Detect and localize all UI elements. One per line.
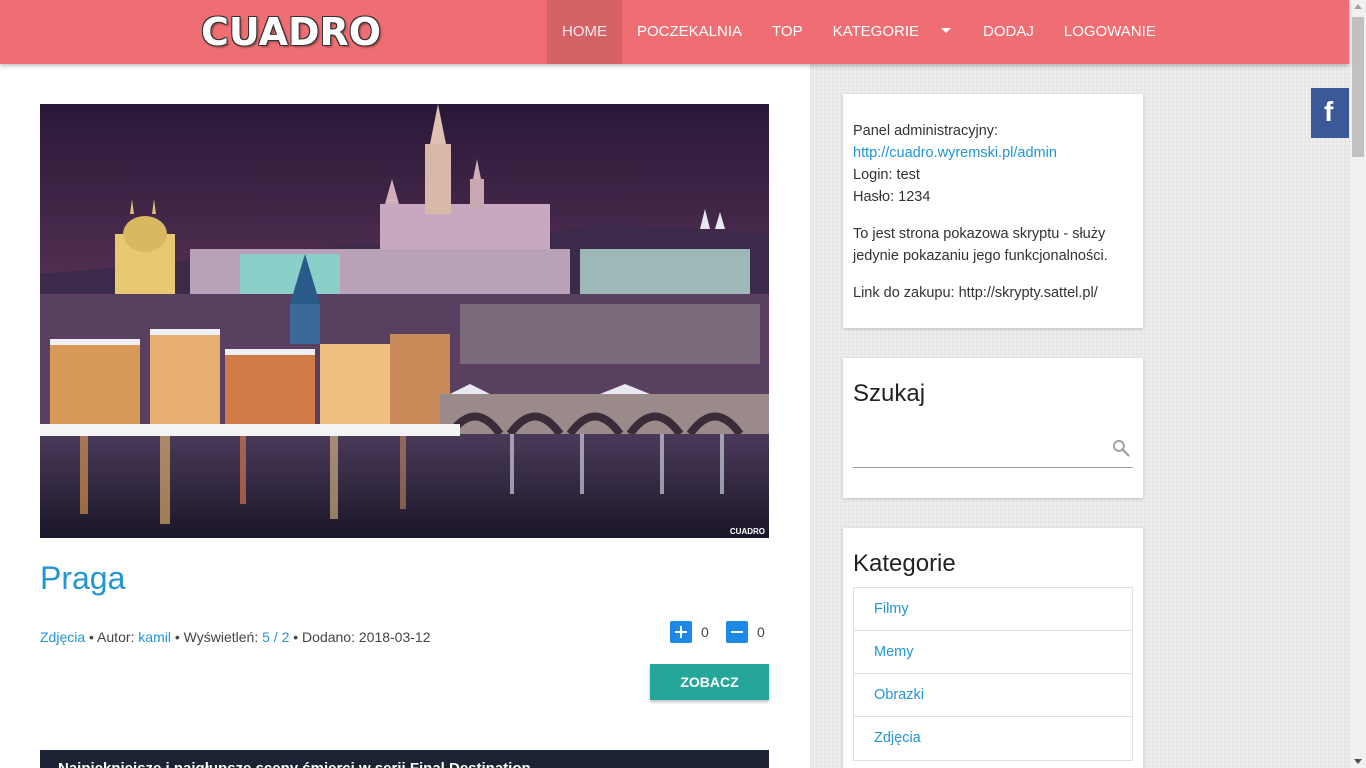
post-date: 2018-03-12 <box>358 629 431 645</box>
facebook-button[interactable]: f <box>1311 88 1349 138</box>
image-watermark: CUADRO <box>729 527 765 536</box>
views-prefix: • Wyświetleń: <box>174 629 259 645</box>
minus-icon <box>731 631 743 633</box>
nav-poczekalnia[interactable]: POCZEKALNIA <box>622 0 757 64</box>
category-list: Filmy Memy Obrazki Zdjęcia <box>853 587 1133 761</box>
downvote-count: 0 <box>757 624 765 640</box>
top-navbar: CUADRO HOME POCZEKALNIA TOP KATEGORIE DO… <box>0 0 1349 64</box>
search-icon[interactable] <box>1111 438 1131 458</box>
category-item-memy[interactable]: Memy <box>854 631 1132 674</box>
post-title[interactable]: Praga <box>40 560 125 597</box>
post-views[interactable]: 5 / 2 <box>262 629 289 645</box>
scroll-down-arrow-icon[interactable] <box>1354 759 1362 764</box>
login-text: Login: test <box>853 167 920 183</box>
nav-dodaj[interactable]: DODAJ <box>968 0 1049 64</box>
category-item-filmy[interactable]: Filmy <box>854 588 1132 631</box>
category-item-obrazki[interactable]: Obrazki <box>854 674 1132 717</box>
nav-logowanie[interactable]: LOGOWANIE <box>1049 0 1171 64</box>
facebook-icon: f <box>1324 96 1334 127</box>
category-item-zdjecia[interactable]: Zdjęcia <box>854 717 1132 760</box>
categories-card: Kategorie Filmy Memy Obrazki Zdjęcia <box>843 528 1143 768</box>
site-logo[interactable]: CUADRO <box>201 10 381 54</box>
next-post-preview[interactable]: Najpiękniejsze i najgłupsze sceny śmierc… <box>40 750 769 768</box>
prague-night-photo <box>40 104 769 538</box>
nav-top[interactable]: TOP <box>757 0 818 64</box>
nav-kategorie[interactable]: KATEGORIE <box>818 0 966 64</box>
main-nav: HOME POCZEKALNIA TOP KATEGORIE DODAJ LOG… <box>547 0 1171 64</box>
page-scrollbar[interactable] <box>1349 0 1366 768</box>
categories-heading: Kategorie <box>853 550 956 577</box>
added-prefix: • Dodano: <box>293 629 355 645</box>
panel-label: Panel administracyjny: <box>853 123 999 139</box>
info-card: Panel administracyjny: http://cuadro.wyr… <box>843 94 1143 328</box>
upvote-count: 0 <box>701 624 709 640</box>
downvote-group: 0 <box>726 621 765 643</box>
post-category-link[interactable]: Zdjęcia <box>40 629 85 645</box>
downvote-button[interactable] <box>726 621 748 643</box>
search-heading: Szukaj <box>853 380 926 407</box>
upvote-group: 0 <box>670 621 709 643</box>
password-text: Hasło: 1234 <box>853 189 931 205</box>
buy-link-text: Link do zakupu: http://skrypty.sattel.pl… <box>853 285 1098 301</box>
plus-icon-vertical <box>680 626 682 638</box>
author-prefix: • Autor: <box>89 629 135 645</box>
post-meta: Zdjęcia • Autor: kamil • Wyświetleń: 5 /… <box>40 629 431 645</box>
nav-kategorie-label: KATEGORIE <box>832 23 920 40</box>
search-input[interactable] <box>853 428 1133 468</box>
demo-note: To jest strona pokazowa skryptu - służy … <box>853 226 1108 264</box>
post-author-link[interactable]: kamil <box>138 629 171 645</box>
post-image[interactable]: CUADRO <box>40 104 769 538</box>
scroll-up-arrow-icon[interactable] <box>1354 4 1362 9</box>
search-card: Szukaj <box>843 358 1143 498</box>
admin-panel-link[interactable]: http://cuadro.wyremski.pl/admin <box>853 145 1057 161</box>
zobacz-button[interactable]: ZOBACZ <box>650 664 769 700</box>
upvote-button[interactable] <box>670 621 692 643</box>
next-post-title: Najpiękniejsze i najgłupsze sceny śmierc… <box>58 760 531 768</box>
scroll-thumb[interactable] <box>1352 17 1364 157</box>
nav-home[interactable]: HOME <box>547 0 622 64</box>
caret-down-icon <box>941 27 952 33</box>
